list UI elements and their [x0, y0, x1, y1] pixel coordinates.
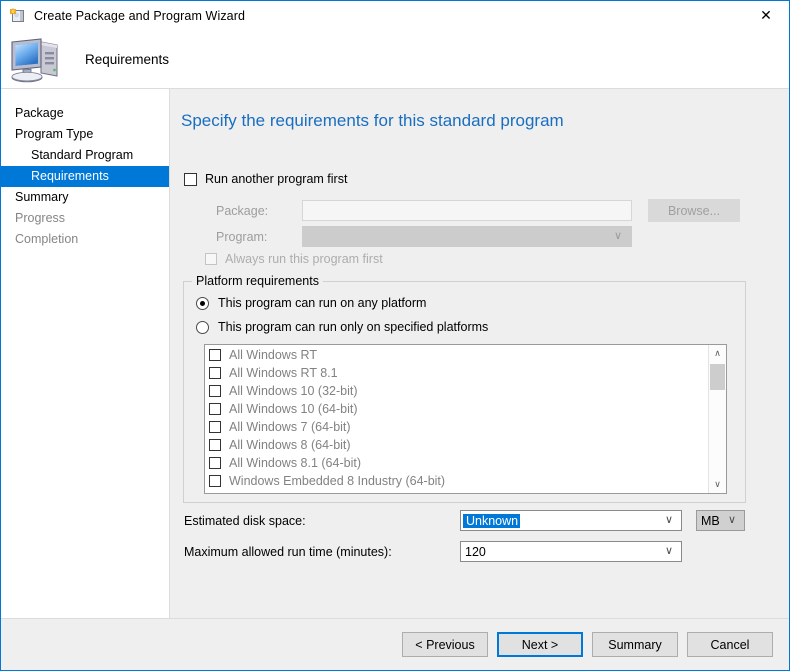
- chevron-down-icon: ∨: [728, 515, 736, 526]
- computer-icon: [9, 36, 63, 84]
- radio-specified-platforms-label: This program can run only on specified p…: [218, 320, 488, 334]
- platform-requirements-group: Platform requirements This program can r…: [183, 281, 746, 503]
- radio-specified-platforms-row[interactable]: This program can run only on specified p…: [196, 320, 488, 334]
- run-another-program-first-label: Run another program first: [205, 172, 347, 186]
- platform-checkbox[interactable]: [209, 403, 221, 415]
- max-run-time-value: 120: [461, 545, 486, 559]
- platform-checkbox[interactable]: [209, 367, 221, 379]
- list-item[interactable]: All Windows 8 (64-bit): [205, 436, 708, 454]
- program-field-label: Program:: [184, 230, 302, 244]
- platform-checkbox[interactable]: [209, 385, 221, 397]
- wizard-window: Create Package and Program Wizard ✕: [0, 0, 790, 671]
- next-button[interactable]: Next >: [497, 632, 583, 657]
- wizard-footer: < Previous Next > Summary Cancel: [1, 618, 789, 670]
- sidebar-item-standard-program[interactable]: Standard Program: [1, 145, 169, 166]
- list-item[interactable]: All Windows RT 8.1: [205, 364, 708, 382]
- wizard-body: Package Program Type Standard Program Re…: [1, 88, 789, 618]
- always-run-first-row: Always run this program first: [205, 252, 383, 266]
- chevron-down-icon: ∨: [665, 515, 673, 526]
- sidebar-item-program-type[interactable]: Program Type: [1, 124, 169, 145]
- sidebar-item-package[interactable]: Package: [1, 103, 169, 124]
- scrollbar-thumb[interactable]: [710, 364, 725, 390]
- previous-button[interactable]: < Previous: [402, 632, 488, 657]
- wizard-content-panel: Specify the requirements for this standa…: [169, 88, 789, 618]
- scroll-up-icon[interactable]: ∧: [709, 345, 726, 362]
- wizard-steps-sidebar: Package Program Type Standard Program Re…: [1, 88, 169, 618]
- estimated-disk-space-row: Estimated disk space:: [184, 514, 306, 528]
- platform-requirements-legend: Platform requirements: [192, 274, 323, 288]
- platform-label: All Windows RT 8.1: [229, 366, 338, 380]
- run-another-program-first-row[interactable]: Run another program first: [184, 172, 347, 186]
- radio-any-platform-row[interactable]: This program can run on any platform: [196, 296, 426, 310]
- list-item[interactable]: All Windows 8.1 (64-bit): [205, 454, 708, 472]
- platform-label: All Windows 10 (64-bit): [229, 402, 358, 416]
- platform-list[interactable]: All Windows RT All Windows RT 8.1 All Wi…: [204, 344, 727, 494]
- radio-specified-platforms[interactable]: [196, 321, 209, 334]
- platform-checkbox[interactable]: [209, 475, 221, 487]
- estimated-disk-space-value: Unknown: [463, 514, 520, 528]
- window-title: Create Package and Program Wizard: [34, 9, 245, 23]
- sidebar-item-summary[interactable]: Summary: [1, 187, 169, 208]
- package-input: [302, 200, 632, 221]
- platform-checkbox[interactable]: [209, 349, 221, 361]
- list-item[interactable]: Windows Embedded 8 Standard (64-bit): [205, 490, 708, 493]
- radio-any-platform[interactable]: [196, 297, 209, 310]
- platform-label: Windows Embedded 8 Standard (64-bit): [229, 492, 451, 493]
- list-item[interactable]: All Windows 10 (32-bit): [205, 382, 708, 400]
- platform-list-items: All Windows RT All Windows RT 8.1 All Wi…: [205, 345, 708, 493]
- platform-label: All Windows 8.1 (64-bit): [229, 456, 361, 470]
- package-field-row: Package: Browse...: [184, 199, 740, 222]
- always-run-first-checkbox: [205, 253, 217, 265]
- platform-label: All Windows 8 (64-bit): [229, 438, 351, 452]
- platform-label: Windows Embedded 8 Industry (64-bit): [229, 474, 445, 488]
- radio-any-platform-label: This program can run on any platform: [218, 296, 426, 310]
- platform-checkbox[interactable]: [209, 421, 221, 433]
- list-item[interactable]: All Windows 7 (64-bit): [205, 418, 708, 436]
- platform-label: All Windows RT: [229, 348, 317, 362]
- title-bar: Create Package and Program Wizard ✕: [1, 1, 789, 31]
- program-combobox: ∨: [302, 226, 632, 247]
- page-name: Requirements: [85, 52, 169, 67]
- max-run-time-combobox[interactable]: 120 ∨: [460, 541, 682, 562]
- platform-label: All Windows 10 (32-bit): [229, 384, 358, 398]
- scroll-down-icon[interactable]: ∨: [709, 476, 726, 493]
- chevron-down-icon: ∨: [614, 231, 622, 242]
- package-wizard-icon: [10, 8, 26, 24]
- list-item[interactable]: All Windows 10 (64-bit): [205, 400, 708, 418]
- platform-list-scrollbar[interactable]: ∧ ∨: [708, 345, 726, 493]
- wizard-header: Requirements: [1, 31, 789, 88]
- max-run-time-label: Maximum allowed run time (minutes):: [184, 545, 392, 559]
- platform-label: All Windows 7 (64-bit): [229, 420, 351, 434]
- summary-button[interactable]: Summary: [592, 632, 678, 657]
- close-icon[interactable]: ✕: [743, 1, 789, 30]
- run-another-program-first-checkbox[interactable]: [184, 173, 197, 186]
- platform-checkbox[interactable]: [209, 439, 221, 451]
- list-item[interactable]: All Windows RT: [205, 346, 708, 364]
- disk-space-unit-value: MB: [697, 514, 720, 528]
- page-title: Specify the requirements for this standa…: [181, 111, 564, 131]
- platform-checkbox[interactable]: [209, 457, 221, 469]
- estimated-disk-space-label: Estimated disk space:: [184, 514, 306, 528]
- sidebar-item-completion: Completion: [1, 229, 169, 250]
- estimated-disk-space-combobox[interactable]: Unknown ∨: [460, 510, 682, 531]
- disk-space-unit-combobox[interactable]: MB ∨: [696, 510, 745, 531]
- max-run-time-row: Maximum allowed run time (minutes):: [184, 545, 392, 559]
- browse-button: Browse...: [648, 199, 740, 222]
- sidebar-item-progress: Progress: [1, 208, 169, 229]
- program-field-row: Program: ∨: [184, 226, 632, 247]
- sidebar-item-requirements[interactable]: Requirements: [1, 166, 169, 187]
- chevron-down-icon: ∨: [665, 546, 673, 557]
- list-item[interactable]: Windows Embedded 8 Industry (64-bit): [205, 472, 708, 490]
- always-run-first-label: Always run this program first: [225, 252, 383, 266]
- cancel-button[interactable]: Cancel: [687, 632, 773, 657]
- package-field-label: Package:: [184, 204, 302, 218]
